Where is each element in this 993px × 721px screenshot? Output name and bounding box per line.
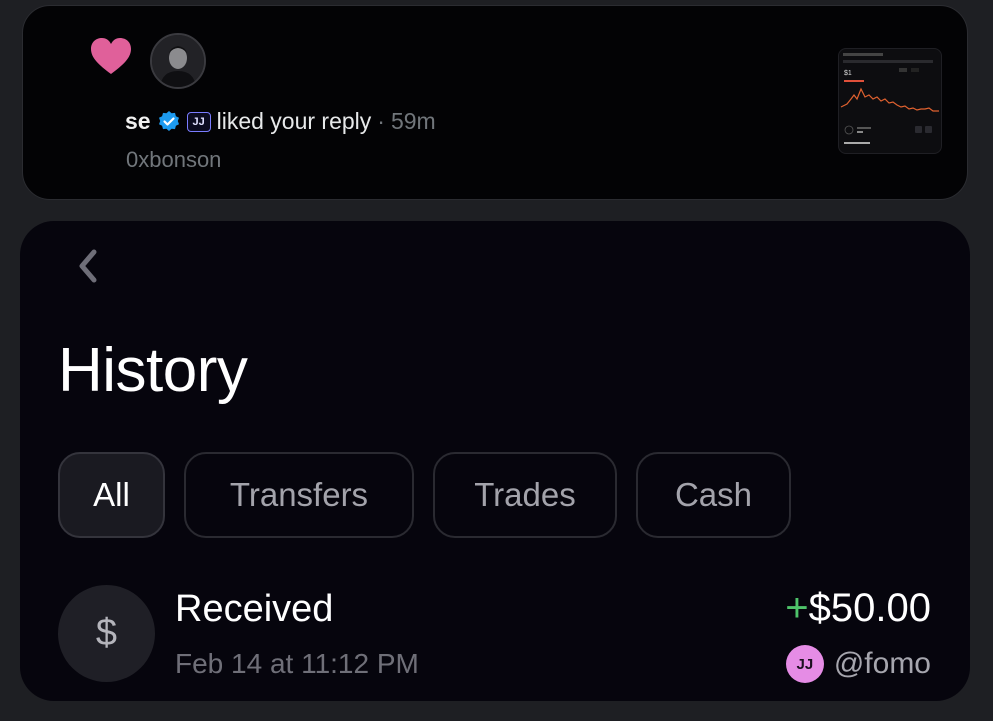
tab-cash[interactable]: Cash	[636, 452, 791, 538]
avatar[interactable]	[150, 33, 206, 89]
separator: ·	[377, 108, 385, 134]
tab-transfers[interactable]: Transfers	[184, 452, 414, 538]
heart-icon	[91, 38, 131, 74]
notification-text: se JJ liked your reply · 59m	[125, 108, 436, 135]
verified-badge-icon	[158, 110, 179, 131]
liker-name[interactable]: se	[125, 108, 151, 135]
svg-text:$1: $1	[844, 70, 852, 77]
sender-handle: @fomo	[833, 647, 931, 680]
amount-sign: +	[785, 586, 809, 630]
action-text: liked your reply	[216, 108, 372, 134]
notification-time: 59m	[390, 108, 436, 134]
liker-handle: 0xbonson	[126, 147, 222, 172]
dollar-icon: $	[58, 585, 155, 682]
fomo-logo-icon: JJ	[785, 645, 824, 683]
page-title: History	[58, 336, 248, 405]
transaction-amount: +$50.00	[785, 586, 931, 631]
affiliate-badge-icon: JJ	[186, 111, 211, 132]
post-thumbnail[interactable]: $1	[838, 48, 942, 154]
transaction-sender[interactable]: JJ @fomo	[785, 645, 931, 683]
chart-thumbnail-image: $1	[840, 53, 939, 144]
back-chevron-icon[interactable]	[72, 246, 102, 286]
transaction-date: Feb 14 at 11:12 PM	[175, 648, 419, 679]
tab-trades[interactable]: Trades	[433, 452, 617, 538]
amount-value: $50.00	[808, 586, 931, 630]
transaction-title[interactable]: Received	[175, 588, 333, 631]
tab-all[interactable]: All	[58, 452, 165, 538]
